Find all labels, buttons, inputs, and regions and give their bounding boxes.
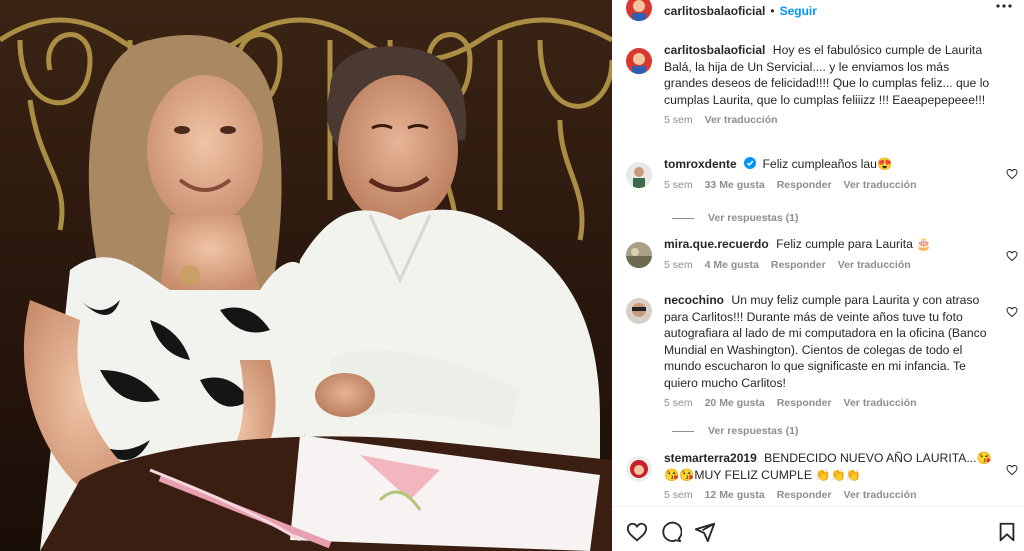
heart-icon[interactable] bbox=[1006, 250, 1018, 262]
caption-meta: 5 sem Ver traducción bbox=[664, 114, 994, 126]
caption: carlitosbalaoficial Hoy es el fabulósico… bbox=[626, 42, 1006, 126]
follow-button[interactable]: Seguir bbox=[780, 4, 817, 18]
translate-link[interactable]: Ver traducción bbox=[705, 114, 778, 126]
comment-item: stemarterra2019 BENDECIDO NUEVO AÑO LAUR… bbox=[626, 450, 1006, 501]
avatar-image bbox=[626, 0, 652, 21]
avatar[interactable] bbox=[626, 162, 652, 188]
heart-icon[interactable] bbox=[1006, 464, 1018, 476]
comment-username[interactable]: tomroxdente bbox=[664, 157, 737, 171]
translate-link[interactable]: Ver traducción bbox=[844, 397, 917, 409]
heart-icon[interactable] bbox=[626, 521, 648, 543]
action-bar bbox=[612, 506, 1024, 551]
comment-body: Un muy feliz cumple para Laurita y con a… bbox=[664, 293, 987, 390]
separator-dot: • bbox=[770, 4, 775, 18]
post-photo[interactable] bbox=[0, 0, 612, 551]
avatar[interactable] bbox=[626, 48, 652, 74]
heart-icon[interactable] bbox=[1006, 306, 1018, 318]
caption-username[interactable]: carlitosbalaoficial bbox=[664, 43, 765, 57]
translate-link[interactable]: Ver traducción bbox=[844, 179, 917, 191]
replies-line bbox=[672, 430, 694, 432]
comment-body: Feliz cumple para Laurita 🎂 bbox=[776, 237, 932, 251]
comment-item: necochino Un muy feliz cumple para Lauri… bbox=[626, 292, 1006, 409]
comment-meta: 5 sem 33 Me gusta Responder Ver traducci… bbox=[664, 179, 994, 191]
comment-username[interactable]: necochino bbox=[664, 293, 724, 307]
avatar[interactable] bbox=[626, 0, 652, 21]
translate-link[interactable]: Ver traducción bbox=[844, 489, 917, 501]
view-replies-label: Ver respuestas (1) bbox=[708, 425, 799, 437]
comment-time[interactable]: 5 sem bbox=[664, 259, 693, 271]
view-replies-button[interactable]: Ver respuestas (1) bbox=[672, 425, 798, 437]
heart-icon[interactable] bbox=[1006, 168, 1018, 180]
comment-meta: 5 sem 20 Me gusta Responder Ver traducci… bbox=[664, 397, 994, 409]
post-header: carlitosbalaoficial • Seguir bbox=[612, 0, 1024, 22]
likes-count[interactable]: 12 Me gusta bbox=[705, 489, 765, 501]
comment-username[interactable]: stemarterra2019 bbox=[664, 451, 757, 465]
comment-time[interactable]: 5 sem bbox=[664, 114, 693, 126]
avatar[interactable] bbox=[626, 456, 652, 482]
more-options-icon[interactable] bbox=[996, 0, 1012, 14]
caption-text: carlitosbalaoficial Hoy es el fabulósico… bbox=[664, 42, 994, 108]
comment-username[interactable]: mira.que.recuerdo bbox=[664, 237, 769, 251]
comment-meta: 5 sem 4 Me gusta Responder Ver traducció… bbox=[664, 259, 994, 271]
comment-icon[interactable] bbox=[660, 521, 682, 543]
avatar[interactable] bbox=[626, 298, 652, 324]
replies-line bbox=[672, 217, 694, 219]
comment-text: tomroxdente Feliz cumpleaños lau😍 bbox=[664, 156, 994, 173]
post-author-username[interactable]: carlitosbalaoficial bbox=[664, 4, 765, 18]
comment-text: mira.que.recuerdo Feliz cumple para Laur… bbox=[664, 236, 994, 253]
bookmark-icon[interactable] bbox=[996, 521, 1018, 543]
post-sidebar: carlitosbalaoficial • Seguir carlitosbal… bbox=[612, 0, 1024, 551]
comment-time[interactable]: 5 sem bbox=[664, 489, 693, 501]
share-icon[interactable] bbox=[694, 521, 716, 543]
comments-list[interactable]: carlitosbalaoficial Hoy es el fabulósico… bbox=[612, 36, 1024, 506]
comment-body: Feliz cumpleaños lau😍 bbox=[762, 157, 893, 171]
reply-button[interactable]: Responder bbox=[771, 259, 826, 271]
comment-time[interactable]: 5 sem bbox=[664, 179, 693, 191]
view-replies-button[interactable]: Ver respuestas (1) bbox=[672, 212, 798, 224]
post-image bbox=[0, 0, 612, 551]
comment-item: tomroxdente Feliz cumpleaños lau😍 5 sem … bbox=[626, 156, 1006, 191]
verified-badge-icon bbox=[744, 157, 759, 171]
comment-text: necochino Un muy feliz cumple para Lauri… bbox=[664, 292, 994, 391]
likes-count[interactable]: 20 Me gusta bbox=[705, 397, 765, 409]
view-replies-label: Ver respuestas (1) bbox=[708, 212, 799, 224]
reply-button[interactable]: Responder bbox=[777, 179, 832, 191]
comment-text: stemarterra2019 BENDECIDO NUEVO AÑO LAUR… bbox=[664, 450, 994, 483]
comment-time[interactable]: 5 sem bbox=[664, 397, 693, 409]
translate-link[interactable]: Ver traducción bbox=[838, 259, 911, 271]
comment-meta: 5 sem 12 Me gusta Responder Ver traducci… bbox=[664, 489, 994, 501]
avatar[interactable] bbox=[626, 242, 652, 268]
comment-item: mira.que.recuerdo Feliz cumple para Laur… bbox=[626, 236, 1006, 271]
reply-button[interactable]: Responder bbox=[777, 489, 832, 501]
likes-count[interactable]: 33 Me gusta bbox=[705, 179, 765, 191]
reply-button[interactable]: Responder bbox=[777, 397, 832, 409]
likes-count[interactable]: 4 Me gusta bbox=[705, 259, 759, 271]
